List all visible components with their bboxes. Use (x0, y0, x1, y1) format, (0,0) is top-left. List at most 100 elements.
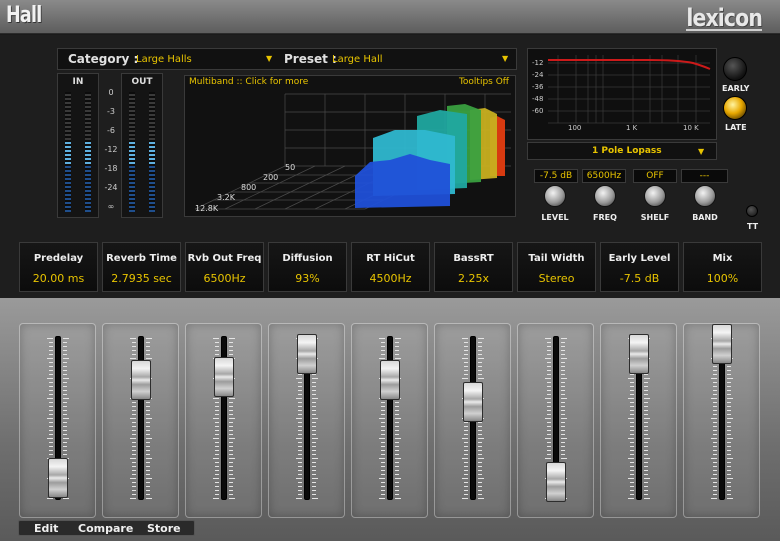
freq-axis-label: 12.8K (195, 204, 219, 213)
fader-tick (478, 458, 484, 459)
fader-tick (146, 474, 150, 475)
param-early-level[interactable]: Early Level -7.5 dB (600, 242, 679, 292)
fader-tick (132, 422, 136, 423)
param-name: Early Level (608, 253, 671, 264)
fader-handle[interactable] (463, 381, 483, 422)
fader-tick (727, 466, 731, 467)
fader-tick (395, 490, 399, 491)
param-diffusion[interactable]: Diffusion 93% (268, 242, 347, 292)
fader-tick (312, 402, 316, 403)
meter-segment (65, 142, 71, 144)
fader-tick (545, 418, 551, 419)
fader-tick (630, 466, 634, 467)
param-name: Reverb Time (106, 253, 177, 264)
fader-tick (628, 478, 634, 479)
shelf-knob[interactable] (644, 185, 666, 207)
fader-handle[interactable] (546, 462, 566, 502)
fader-tick (63, 430, 67, 431)
fader-tick (547, 402, 551, 403)
fader-tick (381, 430, 385, 431)
fader-tick (478, 438, 484, 439)
fader-tick (298, 422, 302, 423)
fader-tick (381, 470, 385, 471)
fader-tick (229, 458, 235, 459)
fader-tick (132, 486, 136, 487)
fader-tick (132, 442, 136, 443)
fader-tick (727, 434, 731, 435)
param-value: Stereo (538, 272, 575, 285)
param-value: 20.00 ms (32, 272, 85, 285)
edit-button[interactable]: Edit (34, 522, 58, 535)
fader-tick (215, 482, 219, 483)
category-dropdown-arrow-icon[interactable]: ▼ (266, 54, 272, 63)
fader-tick (132, 474, 136, 475)
filter-type-dropdown[interactable]: 1 Pole Lopass ▼ (527, 142, 717, 160)
meter-segment (129, 146, 135, 148)
fader-tick (381, 466, 385, 467)
fader-handle[interactable] (629, 333, 649, 374)
eq-y-label: -36 (532, 83, 544, 91)
fader-tick (298, 450, 302, 451)
fader-handle[interactable] (712, 324, 732, 364)
fader-tick (229, 402, 233, 403)
meter-scale-label: -6 (107, 126, 115, 135)
fader-handle[interactable] (380, 359, 400, 400)
meter-segment (65, 182, 71, 184)
compare-button[interactable]: Compare (78, 522, 133, 535)
param-reverb-time[interactable]: Reverb Time 2.7935 sec (102, 242, 181, 292)
store-button[interactable]: Store (147, 522, 181, 535)
freq-knob[interactable] (594, 185, 616, 207)
fader-tick (298, 470, 302, 471)
fader-tick (561, 442, 565, 443)
param-tail-width[interactable]: Tail Width Stereo (517, 242, 596, 292)
meter-segment (65, 178, 71, 180)
fader-tick (229, 418, 235, 419)
param-mix[interactable]: Mix 100% (683, 242, 762, 292)
meter-segment (129, 154, 135, 156)
fader-tick (727, 394, 731, 395)
fader-tick (464, 350, 468, 351)
fader-tick (379, 478, 385, 479)
param-rvb-out-freq[interactable]: Rvb Out Freq 6500Hz (185, 242, 264, 292)
early-reflections-button[interactable] (723, 57, 747, 81)
meter-segment (65, 150, 71, 152)
late-reflections-button[interactable] (723, 96, 747, 120)
fader-tick (215, 426, 219, 427)
fader-handle[interactable] (131, 359, 151, 400)
fader-tick (561, 394, 565, 395)
meter-segment (129, 138, 135, 140)
app-title: Hall (6, 3, 42, 28)
fader-tick (644, 418, 650, 419)
fader-handle[interactable] (48, 457, 68, 498)
meter-segment (129, 134, 135, 136)
fader-tick (628, 378, 634, 379)
level-knob[interactable] (544, 185, 566, 207)
fader-tick (545, 338, 551, 339)
fader-tick (478, 442, 482, 443)
param-bassrt[interactable]: BassRT 2.25x (434, 242, 513, 292)
meter-segment (65, 194, 71, 196)
preset-dropdown[interactable]: Large Hall (332, 54, 383, 65)
fader-tick (644, 430, 648, 431)
category-dropdown[interactable]: Large Halls (136, 54, 192, 65)
fader-tick (229, 478, 235, 479)
fader-tick (727, 426, 731, 427)
param-rt-hicut[interactable]: RT HiCut 4500Hz (351, 242, 430, 292)
fader-handle[interactable] (297, 333, 317, 374)
fader-tick (63, 434, 67, 435)
fader-tick (312, 482, 316, 483)
fader-tick (47, 338, 53, 339)
fader-tick (464, 450, 468, 451)
fader-tick (561, 374, 565, 375)
fader-handle[interactable] (214, 357, 234, 398)
param-predelay[interactable]: Predelay 20.00 ms (19, 242, 98, 292)
fader-tick (379, 338, 385, 339)
fader-tick (644, 458, 650, 459)
meter-segment (129, 166, 135, 168)
fader-tick (63, 498, 69, 499)
tt-button[interactable] (746, 205, 758, 217)
band-knob[interactable] (694, 185, 716, 207)
reverb-3d-display[interactable]: Multiband :: Click for more Tooltips Off (184, 75, 516, 217)
meter-segment (85, 130, 91, 132)
preset-dropdown-arrow-icon[interactable]: ▼ (502, 54, 508, 63)
